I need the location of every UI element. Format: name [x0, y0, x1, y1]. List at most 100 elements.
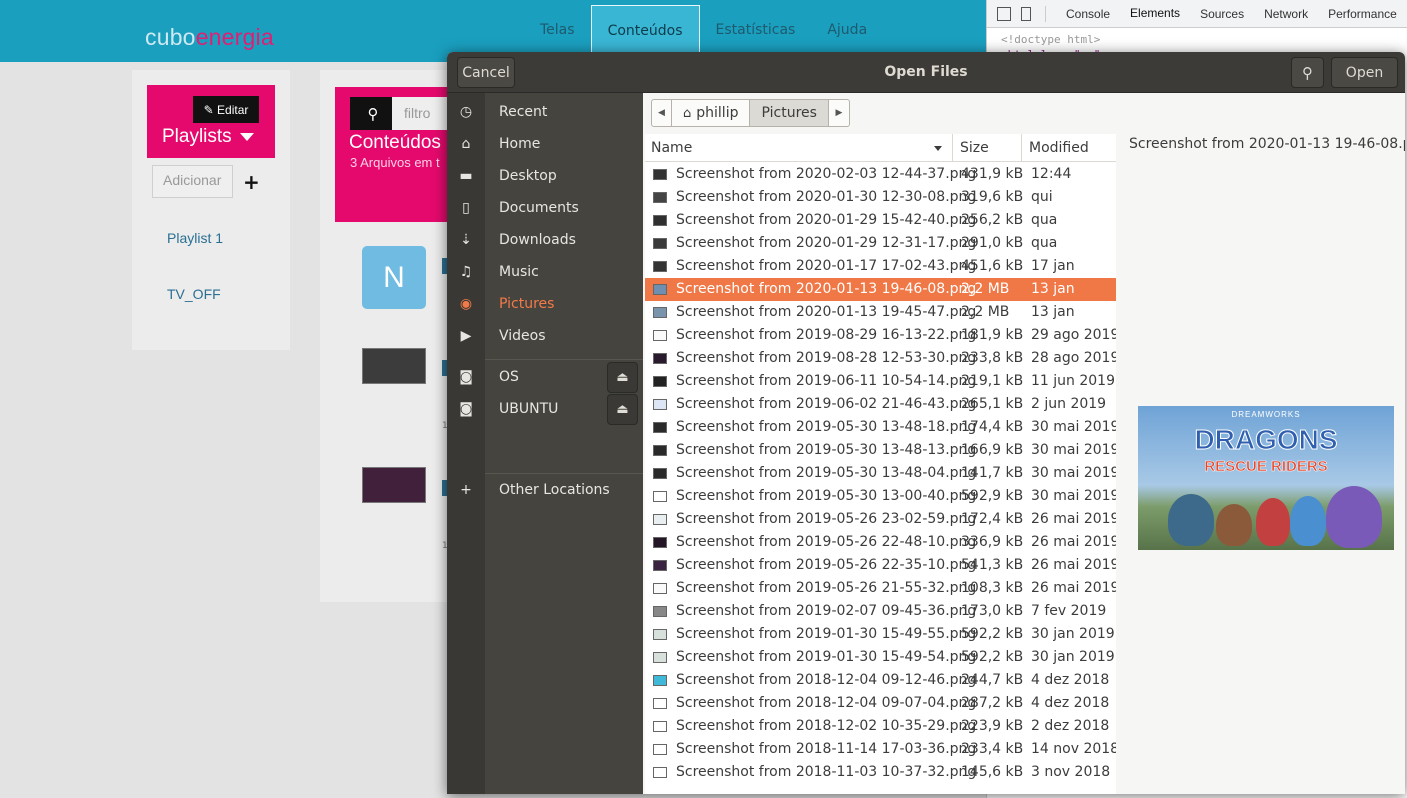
file-name: Screenshot from 2018-11-14 17-03-36.png [676, 741, 977, 757]
path-scroll-left-icon[interactable]: ◀ [651, 99, 672, 127]
brand-logo[interactable]: cuboenergia [145, 24, 274, 51]
sort-descending-icon[interactable] [934, 146, 942, 151]
column-name[interactable]: Name [651, 140, 692, 156]
column-modified[interactable]: Modified [1029, 140, 1089, 156]
file-row[interactable]: Screenshot from 2019-05-30 13-00-40.png 5… [645, 485, 1116, 508]
file-size: 223,9 kB [961, 718, 1024, 734]
file-row[interactable]: Screenshot from 2020-01-13 19-46-08.png 2… [645, 278, 1116, 301]
file-row[interactable]: Screenshot from 2020-01-30 12-30-08.png 3… [645, 186, 1116, 209]
file-row[interactable]: Screenshot from 2019-06-11 10-54-14.png 2… [645, 370, 1116, 393]
nav-ajuda[interactable]: Ajuda [811, 5, 883, 56]
dragon-figure [1326, 486, 1382, 548]
file-row[interactable]: Screenshot from 2019-05-26 22-48-10.png 3… [645, 531, 1116, 554]
file-row[interactable]: Screenshot from 2019-05-30 13-48-13.png 1… [645, 439, 1116, 462]
inspect-icon[interactable] [997, 6, 1011, 21]
dragon-figure [1216, 504, 1252, 546]
file-row[interactable]: Screenshot from 2019-01-30 15-49-54.png 5… [645, 646, 1116, 669]
sidebar-item-pictures[interactable]: ◉ Pictures [447, 288, 643, 320]
eject-icon[interactable]: ⏏ [607, 362, 638, 393]
sidebar-item-other-locations[interactable]: + Other Locations [447, 474, 643, 506]
filter-input[interactable]: filtro [392, 97, 452, 130]
file-row[interactable]: Screenshot from 2019-05-30 13-48-04.png 1… [645, 462, 1116, 485]
sidebar-item-videos[interactable]: ▶ Videos [447, 320, 643, 352]
devtools-tab-sources[interactable]: Sources [1190, 0, 1254, 27]
open-files-dialog: Open Files Cancel ⚲ Open ◷ Recent ⌂ Home ▬ De… [447, 52, 1405, 794]
file-row[interactable]: Screenshot from 2019-05-30 13-48-18.png 1… [645, 416, 1116, 439]
playlist-item[interactable]: Playlist 1 [167, 230, 223, 246]
nav-conteudos[interactable]: Conteúdos [590, 5, 700, 56]
nav-telas[interactable]: Telas [524, 5, 591, 56]
file-modified: qua [1031, 235, 1058, 251]
content-thumbnail[interactable] [362, 348, 426, 384]
clock-icon: ◷ [459, 104, 473, 120]
eject-icon[interactable]: ⏏ [607, 394, 638, 425]
devtools-tab-network[interactable]: Network [1254, 0, 1318, 27]
file-name: Screenshot from 2020-01-29 15-42-40.png [676, 212, 977, 228]
file-row[interactable]: Screenshot from 2018-12-04 09-12-46.png 2… [645, 669, 1116, 692]
file-row[interactable]: Screenshot from 2019-02-07 09-45-36.png 1… [645, 600, 1116, 623]
file-row[interactable]: Screenshot from 2019-05-26 23-02-59.png 1… [645, 508, 1116, 531]
add-playlist-icon[interactable]: + [243, 170, 260, 194]
file-size: 291,0 kB [961, 235, 1024, 251]
search-button[interactable]: ⚲ [1291, 57, 1324, 88]
sidebar-item-downloads[interactable]: ⇣ Downloads [447, 224, 643, 256]
file-row[interactable]: Screenshot from 2019-08-29 16-13-22.png 1… [645, 324, 1116, 347]
sidebar-item-label: Home [499, 136, 541, 152]
file-row[interactable]: Screenshot from 2020-01-17 17-02-43.png 4… [645, 255, 1116, 278]
file-row[interactable]: Screenshot from 2018-12-04 09-07-04.png 2… [645, 692, 1116, 715]
edit-button[interactable]: ✎ Editar [193, 96, 259, 123]
file-row[interactable]: Screenshot from 2020-01-13 19-45-47.png 2… [645, 301, 1116, 324]
sidebar-item-label: Downloads [499, 232, 576, 248]
playlists-title[interactable]: Playlists [162, 126, 254, 148]
file-name: Screenshot from 2019-08-28 12-53-30.png [676, 350, 977, 366]
nav-estatisticas[interactable]: Estatísticas [700, 5, 812, 56]
code-line[interactable]: <!doctype html> [1001, 32, 1393, 47]
file-row[interactable]: Screenshot from 2019-01-30 15-49-55.png 5… [645, 623, 1116, 646]
file-row[interactable]: Screenshot from 2019-05-26 22-35-10.png 5… [645, 554, 1116, 577]
file-row[interactable]: Screenshot from 2018-11-14 17-03-36.png 2… [645, 738, 1116, 761]
image-thumbnail-icon [653, 698, 667, 709]
search-icon[interactable]: ⚲ [350, 97, 396, 130]
devtools-tab-elements[interactable]: Elements [1120, 0, 1191, 27]
device-toggle-icon[interactable] [1021, 6, 1031, 21]
file-size: 174,4 kB [961, 419, 1024, 435]
sidebar-item-home[interactable]: ⌂ Home [447, 128, 643, 160]
path-scroll-right-icon[interactable]: ▶ [828, 99, 850, 127]
file-row[interactable]: Screenshot from 2018-12-02 10-35-29.png 2… [645, 715, 1116, 738]
add-playlist-input[interactable]: Adicionar [152, 165, 233, 198]
sidebar-item-music[interactable]: ♫ Music [447, 256, 643, 288]
devtools-tab-performance[interactable]: Performance [1318, 0, 1407, 27]
file-row[interactable]: Screenshot from 2020-01-29 15-42-40.png 2… [645, 209, 1116, 232]
column-size[interactable]: Size [960, 140, 989, 156]
avatar[interactable]: N [362, 246, 426, 309]
file-name: Screenshot from 2020-01-13 19-45-47.png [676, 304, 977, 320]
file-row[interactable]: Screenshot from 2020-01-29 12-31-17.png 2… [645, 232, 1116, 255]
path-button-home[interactable]: ⌂ phillip [672, 99, 751, 127]
playlist-item[interactable]: TV_OFF [167, 286, 221, 302]
file-size: 141,7 kB [961, 465, 1024, 481]
file-row[interactable]: Screenshot from 2019-08-28 12-53-30.png 2… [645, 347, 1116, 370]
cancel-button[interactable]: Cancel [457, 57, 515, 88]
file-size: 431,9 kB [961, 166, 1024, 182]
image-thumbnail-icon [653, 629, 667, 640]
file-modified: 11 jun 2019 [1031, 373, 1115, 389]
sidebar-item-documents[interactable]: ▯ Documents [447, 192, 643, 224]
file-row[interactable]: Screenshot from 2019-06-02 21-46-43.png 2… [645, 393, 1116, 416]
file-size: 541,3 kB [961, 557, 1024, 573]
content-thumbnail[interactable] [362, 467, 426, 503]
video-icon: ▶ [460, 328, 472, 344]
file-list: Name Size Modified Screenshot from 2020-… [645, 134, 1116, 794]
file-row[interactable]: Screenshot from 2018-11-03 10-37-32.png 1… [645, 761, 1116, 784]
sidebar-item-recent[interactable]: ◷ Recent [447, 96, 643, 128]
path-bar: ◀ ⌂ phillip Pictures ▶ [651, 99, 850, 127]
file-row[interactable]: Screenshot from 2020-02-03 12-44-37.png 4… [645, 163, 1116, 186]
open-button[interactable]: Open [1331, 57, 1398, 88]
image-thumbnail-icon [653, 422, 667, 433]
devtools-tab-console[interactable]: Console [1056, 0, 1120, 27]
file-row[interactable]: Screenshot from 2019-05-26 21-55-32.png 1… [645, 577, 1116, 600]
sidebar-item-desktop[interactable]: ▬ Desktop [447, 160, 643, 192]
path-button-pictures[interactable]: Pictures [750, 99, 829, 127]
file-name: Screenshot from 2019-05-30 13-48-13.png [676, 442, 977, 458]
file-name: Screenshot from 2020-02-03 12-44-37.png [676, 166, 977, 182]
plus-icon: + [460, 482, 472, 498]
